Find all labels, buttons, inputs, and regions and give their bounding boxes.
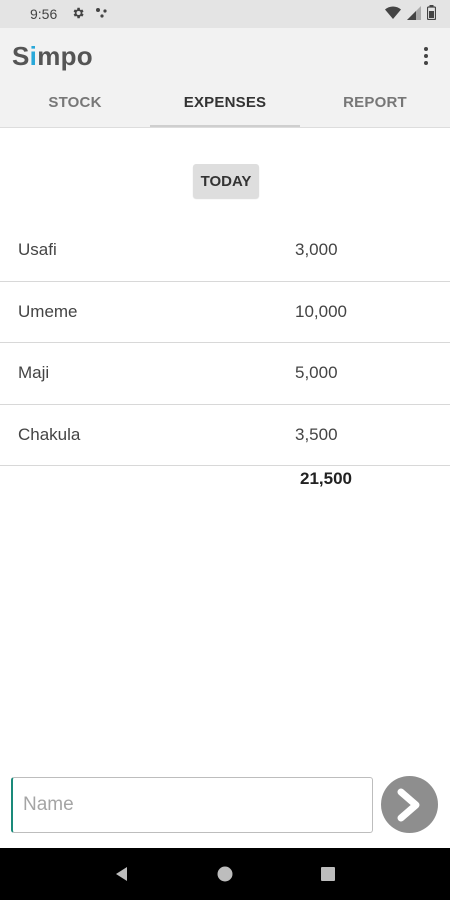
- expenses-total: 21,500: [300, 469, 352, 488]
- home-icon[interactable]: [211, 860, 239, 888]
- cast-icon: [95, 7, 109, 22]
- next-button[interactable]: [381, 776, 438, 833]
- app-title: Simpo: [12, 41, 93, 72]
- list-item[interactable]: Maji 5,000: [0, 343, 450, 405]
- wifi-icon: [385, 6, 401, 22]
- expense-name: Maji: [18, 363, 50, 383]
- expense-amount: 5,000: [295, 363, 338, 383]
- tab-bar: STOCK EXPENSES REPORT: [0, 84, 450, 128]
- settings-icon: [71, 6, 85, 23]
- list-item[interactable]: Usafi 3,000: [0, 220, 450, 282]
- battery-icon: [426, 5, 437, 23]
- back-icon[interactable]: [108, 860, 136, 888]
- app-title-suffix: mpo: [37, 40, 93, 71]
- app-bar: Simpo: [0, 28, 450, 84]
- expense-amount: 10,000: [295, 301, 347, 321]
- expense-name: Umeme: [18, 301, 78, 321]
- app-title-prefix: S: [12, 40, 30, 71]
- list-item[interactable]: Umeme 10,000: [0, 282, 450, 343]
- tab-expenses[interactable]: EXPENSES: [150, 84, 300, 127]
- chevron-right-icon: [397, 788, 419, 821]
- expense-amount: 3,500: [295, 424, 338, 444]
- list-item[interactable]: Chakula 3,500: [0, 405, 450, 466]
- expense-amount: 3,000: [295, 240, 338, 260]
- recents-icon[interactable]: [314, 860, 342, 888]
- expense-name: Chakula: [18, 424, 81, 444]
- expense-list: Usafi 3,000 Umeme 10,000 Maji 5,000 Chak…: [0, 220, 450, 466]
- tab-stock[interactable]: STOCK: [0, 84, 150, 127]
- system-nav-bar: [0, 848, 450, 900]
- name-input[interactable]: [11, 777, 373, 833]
- expense-name: Usafi: [18, 240, 57, 260]
- more-vertical-icon[interactable]: [414, 41, 438, 71]
- signal-icon: [407, 5, 421, 23]
- today-filter-button[interactable]: TODAY: [193, 164, 259, 198]
- status-time: 9:56: [30, 6, 58, 22]
- status-bar: 9:56: [0, 0, 450, 28]
- tab-report[interactable]: REPORT: [300, 84, 450, 127]
